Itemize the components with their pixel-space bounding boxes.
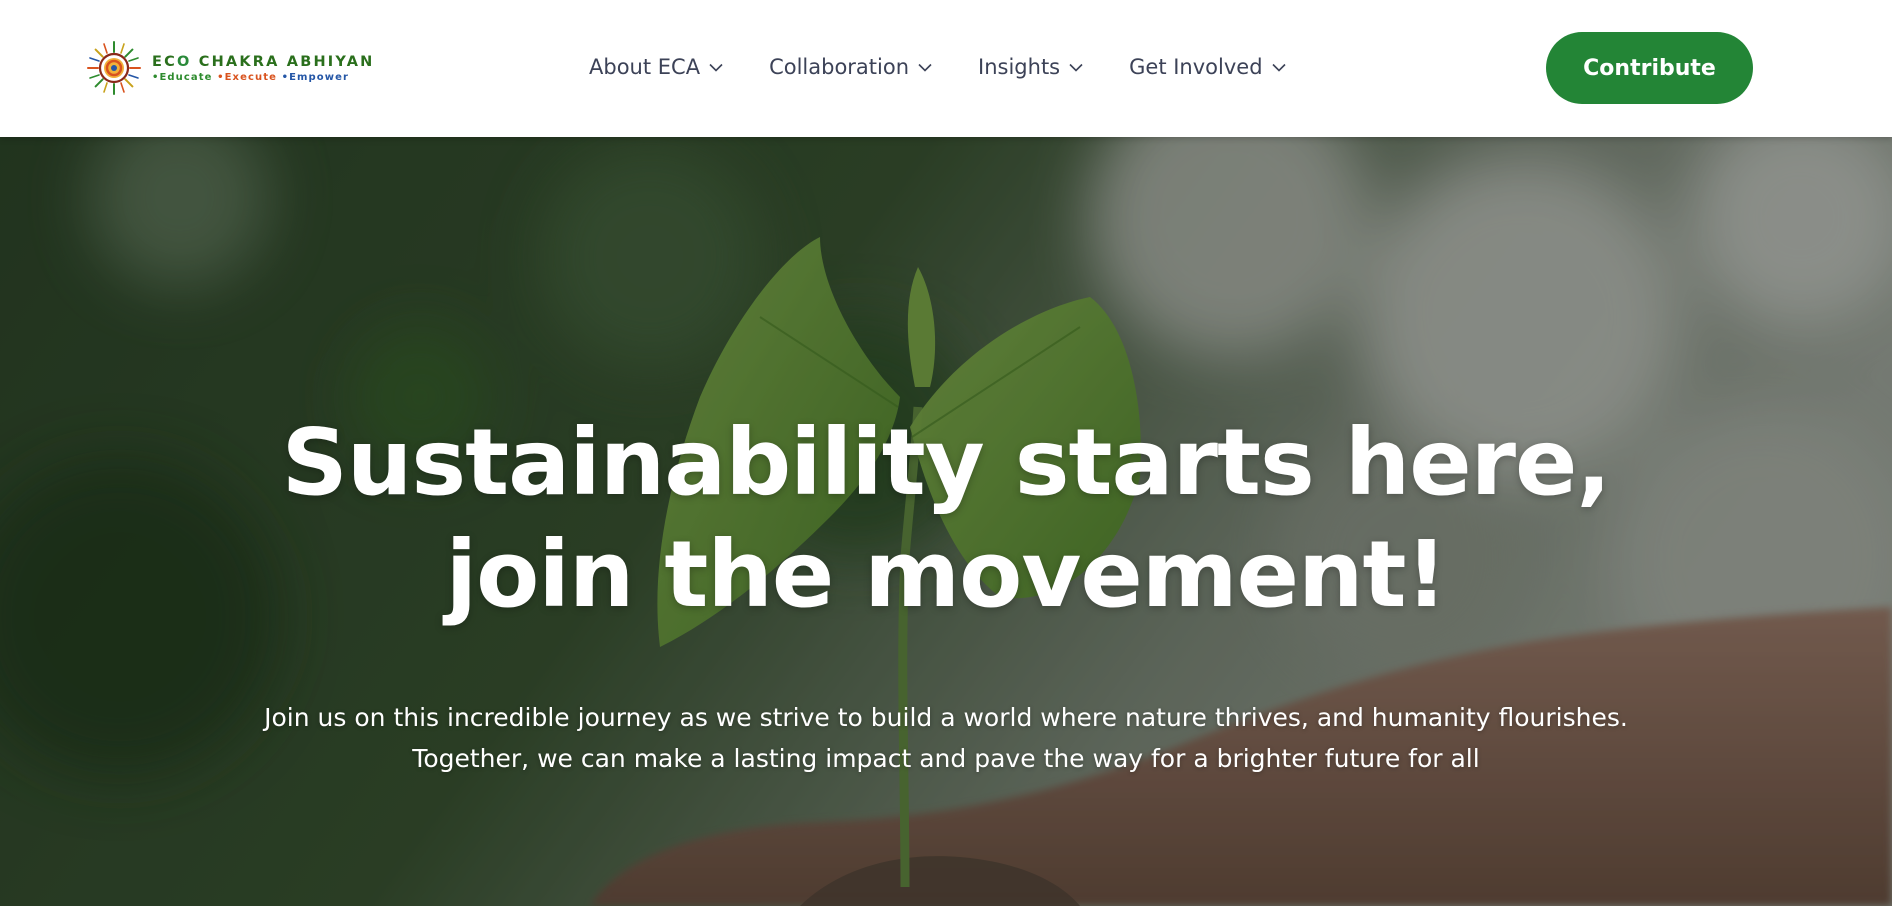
site-header: ECO CHAKRA ABHIYAN •Educate •Execute •Em… xyxy=(0,0,1892,137)
nav-item-collaboration[interactable]: Collaboration xyxy=(769,55,932,79)
logo-text: ECO CHAKRA ABHIYAN •Educate •Execute •Em… xyxy=(152,54,374,83)
site-logo[interactable]: ECO CHAKRA ABHIYAN •Educate •Execute •Em… xyxy=(86,40,372,96)
nav-item-label: About ECA xyxy=(589,55,701,79)
hero-headline-line-2: join the movement! xyxy=(445,521,1448,628)
contribute-button[interactable]: Contribute xyxy=(1546,32,1753,104)
hero-section: Sustainability starts here, join the mov… xyxy=(0,137,1892,906)
nav-item-insights[interactable]: Insights xyxy=(978,55,1083,79)
chevron-down-icon xyxy=(1271,63,1286,72)
hero-subtext: Join us on this incredible journey as we… xyxy=(160,697,1732,779)
main-nav: About ECA Collaboration Insights Get Inv… xyxy=(589,50,1286,84)
nav-item-about-eca[interactable]: About ECA xyxy=(589,55,723,79)
nav-item-label: Insights xyxy=(978,55,1061,79)
brand-name: ECO CHAKRA ABHIYAN xyxy=(152,53,375,70)
nav-item-label: Collaboration xyxy=(769,55,910,79)
nav-item-label: Get Involved xyxy=(1129,55,1263,79)
chakra-logo-icon xyxy=(87,41,141,95)
chevron-down-icon xyxy=(918,63,932,72)
brand-tagline: •Educate •Execute •Empower xyxy=(152,71,350,83)
hero-headline-line-1: Sustainability starts here, xyxy=(281,409,1612,516)
chevron-down-icon xyxy=(709,63,723,72)
nav-item-get-involved[interactable]: Get Involved xyxy=(1129,55,1286,79)
hero-headline: Sustainability starts here, join the mov… xyxy=(120,407,1772,631)
hero-subtext-line-2: Together, we can make a lasting impact a… xyxy=(412,744,1480,773)
hero-subtext-line-1: Join us on this incredible journey as we… xyxy=(264,703,1628,732)
chevron-down-icon xyxy=(1069,63,1083,72)
